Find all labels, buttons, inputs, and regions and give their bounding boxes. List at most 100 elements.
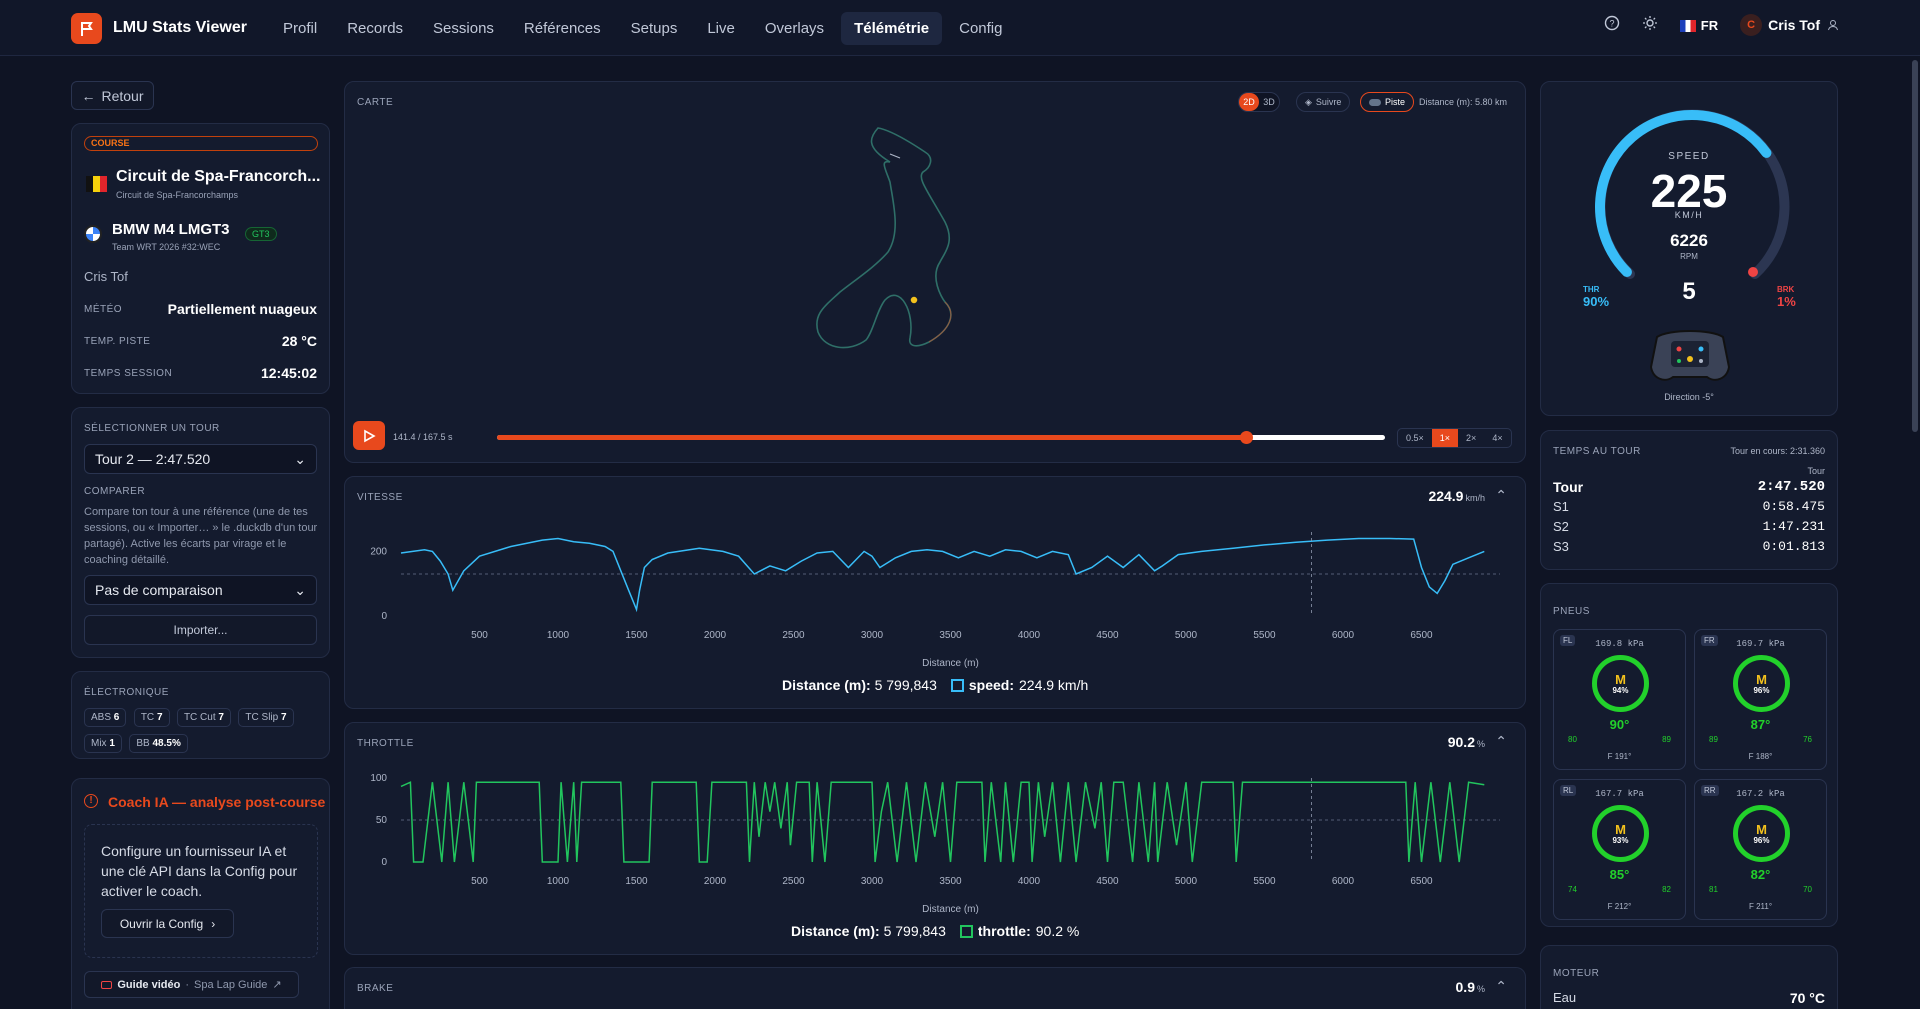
nav-setups[interactable]: Setups bbox=[618, 12, 691, 45]
import-button[interactable]: Importer... bbox=[84, 615, 317, 645]
france-flag-icon bbox=[1679, 20, 1696, 33]
throttle-x-tick: 5000 bbox=[1175, 876, 1198, 887]
speed-4x[interactable]: 4× bbox=[1484, 429, 1510, 447]
throttle-y-tick: 0 bbox=[381, 857, 387, 868]
electronics-label: ÉLECTRONIQUE bbox=[84, 687, 169, 698]
weather-value: Partiellement nuageux bbox=[167, 301, 317, 317]
compare-select[interactable]: Pas de comparaison ⌄ bbox=[84, 575, 317, 605]
chip-mix: Mix 1 bbox=[84, 734, 122, 753]
app-logo[interactable] bbox=[71, 13, 102, 44]
nav-telemetrie[interactable]: Télémétrie bbox=[841, 12, 943, 45]
throttle-x-tick: 500 bbox=[471, 876, 488, 887]
throttle-series-line bbox=[400, 781, 1485, 863]
brake-chart-card: BRAKE 0.9% ⌃ bbox=[344, 967, 1526, 1009]
speed-legend-swatch bbox=[950, 678, 964, 692]
speed-selector: 0.5× 1× 2× 4× bbox=[1397, 428, 1512, 448]
track-map[interactable] bbox=[345, 82, 1527, 464]
chip-bb: BB 48.5% bbox=[129, 734, 188, 753]
theme-sun-icon[interactable] bbox=[1642, 15, 1658, 36]
team-name: Team WRT 2026 #32:WEC bbox=[112, 242, 221, 252]
speed-legend: Distance (m): 5 799,843 speed: 224.9 km/… bbox=[782, 677, 1089, 693]
throttle-legend: Distance (m): 5 799,843 throttle: 90.2 % bbox=[791, 923, 1080, 939]
collapse-icon[interactable]: ⌃ bbox=[1495, 487, 1507, 504]
play-button[interactable] bbox=[353, 421, 385, 450]
speed-x-tick: 6500 bbox=[1410, 630, 1433, 641]
speed-x-tick: 1000 bbox=[547, 630, 570, 641]
throttle-x-tick: 1000 bbox=[547, 876, 570, 887]
throttle-x-tick: 4000 bbox=[1018, 876, 1041, 887]
throttle-x-tick: 6500 bbox=[1410, 876, 1433, 887]
main-nav: Profil Records Sessions Références Setup… bbox=[270, 12, 1015, 45]
driver-name: Cris Tof bbox=[84, 269, 128, 284]
water-temp-label: Eau bbox=[1553, 990, 1577, 1005]
speed-chart[interactable]: 0 200 500 1000 1500 2000 2500 3000 3500 4000 4500 5… bbox=[345, 517, 1527, 687]
help-icon[interactable]: ? bbox=[1604, 15, 1620, 36]
coach-box: Configure un fournisseur IA et une clé A… bbox=[84, 824, 318, 958]
open-config-button[interactable]: Ouvrir la Config › bbox=[101, 909, 234, 938]
speed-current-value: 224.9 km/h bbox=[1428, 488, 1485, 504]
speed-x-tick: 4000 bbox=[1018, 630, 1041, 641]
lap-select-label: SÉLECTIONNER UN TOUR bbox=[84, 423, 220, 434]
speed-1x[interactable]: 1× bbox=[1431, 429, 1459, 447]
speed-x-tick: 6000 bbox=[1332, 630, 1355, 641]
lap-select[interactable]: Tour 2 — 2:47.520 ⌄ bbox=[84, 444, 317, 474]
tyre-rear-left: RL 167.7 kPa M 93% 85° 74 82 F 212° bbox=[1553, 779, 1686, 920]
speed-x-label: Distance (m) bbox=[922, 658, 979, 669]
collapse-icon[interactable]: ⌃ bbox=[1495, 733, 1507, 750]
speed-x-tick: 1500 bbox=[625, 630, 648, 641]
nav-sessions[interactable]: Sessions bbox=[420, 12, 507, 45]
steering-wheel-icon bbox=[1649, 330, 1731, 381]
nav-profil[interactable]: Profil bbox=[270, 12, 330, 45]
lap-total-label: Tour bbox=[1553, 479, 1584, 495]
speed-x-tick: 2500 bbox=[782, 630, 805, 641]
speed-y-tick: 200 bbox=[370, 546, 387, 557]
throttle-chart[interactable]: 0 50 100 500 1000 1500 2000 2500 3000 3500 4000 450… bbox=[345, 763, 1527, 933]
language-selector[interactable]: FR bbox=[1679, 18, 1718, 33]
nav-references[interactable]: Références bbox=[511, 12, 614, 45]
page-scrollbar[interactable] bbox=[1912, 60, 1918, 432]
back-button[interactable]: ← Retour bbox=[71, 81, 154, 110]
bmw-logo-icon bbox=[84, 225, 102, 243]
throttle-chart-card: THROTTLE 90.2% ⌃ 0 50 100 500 1000 1500 2000 25… bbox=[344, 722, 1526, 955]
nav-live[interactable]: Live bbox=[694, 12, 748, 45]
tyre-front-left: FL 169.8 kPa M 94% 90° 80 89 F 191° bbox=[1553, 629, 1686, 770]
avatar: C bbox=[1740, 14, 1763, 36]
speed-0-5x[interactable]: 0.5× bbox=[1398, 429, 1432, 447]
start-finish-line bbox=[889, 153, 901, 159]
throttle-x-tick: 3500 bbox=[939, 876, 962, 887]
speed-x-tick: 5000 bbox=[1175, 630, 1198, 641]
speed-y-tick: 0 bbox=[381, 611, 387, 622]
chip-tc-slip: TC Slip 7 bbox=[238, 708, 294, 727]
chevron-down-icon: ⌄ bbox=[294, 450, 306, 467]
chevron-right-icon: › bbox=[211, 916, 216, 931]
speed-chart-card: VITESSE 224.9 km/h ⌃ 0 200 500 1000 1500 2000 2… bbox=[344, 476, 1526, 709]
speed-2x[interactable]: 2× bbox=[1458, 429, 1484, 447]
session-type-badge: COURSE bbox=[84, 136, 318, 151]
steering-direction: Direction -5° bbox=[1664, 392, 1714, 402]
throttle-x-tick: 3000 bbox=[861, 876, 884, 887]
track-name: Circuit de Spa-Francorch... bbox=[116, 168, 321, 185]
video-guide-button[interactable]: Guide vidéo · Spa Lap Guide ↗ bbox=[84, 971, 299, 998]
tyre-rear-right: RR 167.2 kPa M 96% 82° 81 70 F 211° bbox=[1694, 779, 1827, 920]
tyre-wear-ring: M 96% bbox=[1733, 805, 1790, 862]
nav-records[interactable]: Records bbox=[334, 12, 416, 45]
user-menu[interactable]: C Cris Tof bbox=[1740, 14, 1840, 36]
brake-value: 1% bbox=[1777, 294, 1796, 309]
laptimes-col-header: Tour bbox=[1807, 466, 1825, 476]
play-icon bbox=[364, 429, 376, 442]
playback-slider[interactable] bbox=[497, 431, 1385, 444]
chip-tc-cut: TC Cut 7 bbox=[176, 708, 231, 727]
nav-overlays[interactable]: Overlays bbox=[752, 12, 837, 45]
sector-1-value: 0:58.475 bbox=[1762, 499, 1825, 514]
tyres-card: PNEUS FL 169.8 kPa M 94% 90° 80 89 F 191° FR 1… bbox=[1540, 583, 1838, 927]
collapse-icon[interactable]: ⌃ bbox=[1495, 978, 1507, 995]
laptimes-card: TEMPS AU TOUR Tour en cours: 2:31.360 To… bbox=[1540, 430, 1838, 570]
nav-config[interactable]: Config bbox=[946, 12, 1015, 45]
sector-3-label: S3 bbox=[1553, 539, 1569, 554]
track-subtitle: Circuit de Spa-Francorchamps bbox=[116, 190, 239, 200]
playback-time: 141.4 / 167.5 s bbox=[393, 432, 453, 442]
throttle-value: 90% bbox=[1583, 294, 1610, 309]
tyre-front-right: FR 169.7 kPa M 96% 87° 89 76 F 188° bbox=[1694, 629, 1827, 770]
throttle-current-value: 90.2% bbox=[1447, 734, 1485, 750]
sector-2-value: 1:47.231 bbox=[1762, 519, 1825, 534]
